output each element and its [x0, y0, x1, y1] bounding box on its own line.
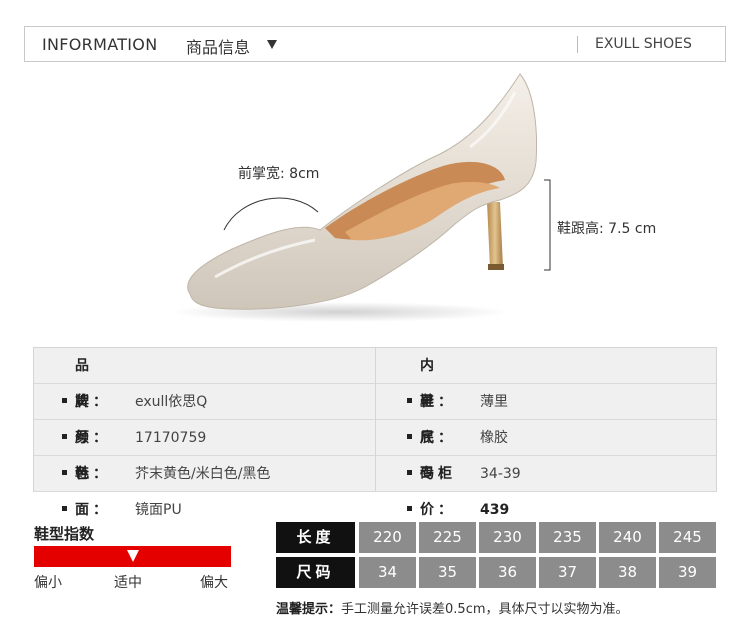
heel-height-label: 鞋跟高: 7.5 cm [557, 221, 657, 237]
size-tip: 温馨提示：手工测量允许误差0.5cm，具体尺寸以实物为准。 [276, 598, 629, 617]
heel-tip [488, 264, 504, 270]
spec-cell: 品 牌： exull依思Q [62, 348, 207, 410]
length-cell: 225 [419, 522, 476, 553]
size-cell: 39 [659, 557, 716, 588]
spec-key: 专柜价： [420, 466, 456, 518]
length-header: 长度 [276, 522, 355, 553]
length-cell: 235 [539, 522, 596, 553]
shoe-image [170, 73, 551, 322]
spec-value: 镜面PU [135, 502, 182, 518]
size-cell: 38 [599, 557, 656, 588]
spec-cell: 颜 色： 芥末黄色/米白色/黑色 [62, 420, 270, 482]
spec-divider [375, 348, 376, 491]
fit-label-small: 偏小 [34, 575, 62, 591]
shoe-illustration-area: 前掌宽: 8cm 鞋跟高: 7.5 cm [0, 62, 750, 344]
size-cell: 35 [419, 557, 476, 588]
spec-table: 品 牌： exull依思Q 内 里： 薄里 货 号： 17170759 鞋 底： 橡胶 … [33, 347, 717, 518]
header-title-cn: 商品信息 [186, 38, 251, 57]
fit-label-fit: 适中 [114, 575, 142, 591]
size-cell: 37 [539, 557, 596, 588]
heel-shape [487, 202, 503, 268]
spec-cell: 尺 码： 34-39 [407, 420, 521, 482]
spec-cell: 鞋 面： 镜面PU [62, 456, 182, 518]
spec-cell: 鞋 底： 橡胶 [407, 384, 508, 446]
bullet-icon [407, 505, 412, 511]
spec-value-price: 439 [480, 502, 510, 518]
header-title-en: INFORMATION [42, 35, 158, 54]
length-cell: 230 [479, 522, 536, 553]
tip-key: 温馨提示： [276, 602, 342, 617]
fit-index-title: 鞋型指数 [34, 525, 95, 543]
forefoot-arc [223, 197, 319, 231]
size-header: 尺码 [276, 557, 355, 588]
size-row-code: 尺码 34 35 36 37 38 39 [276, 557, 717, 588]
caret-down-icon [267, 40, 277, 49]
length-cell: 240 [599, 522, 656, 553]
size-cell: 34 [359, 557, 416, 588]
spec-key: 鞋 面： [75, 466, 111, 518]
header-divider [577, 36, 578, 53]
size-cell: 36 [479, 557, 536, 588]
info-header: INFORMATION 商品信息 EXULL SHOES [24, 26, 726, 62]
tip-text: 手工测量允许误差0.5cm，具体尺寸以实物为准。 [341, 602, 629, 617]
spec-cell: 内 里： 薄里 [407, 348, 508, 410]
bullet-icon [62, 505, 67, 511]
brand-name: EXULL SHOES [595, 36, 692, 52]
length-cell: 220 [359, 522, 416, 553]
forefoot-width-label: 前掌宽: 8cm [238, 166, 320, 182]
size-row-length: 长度 220 225 230 235 240 245 [276, 522, 717, 553]
fit-label-large: 偏大 [200, 575, 228, 591]
spec-cell: 货 号： 17170759 [62, 384, 206, 446]
heel-bracket [544, 179, 551, 271]
fit-marker-icon [126, 550, 139, 562]
spec-cell: 专柜价： 439 [407, 456, 509, 518]
length-cell: 245 [659, 522, 716, 553]
